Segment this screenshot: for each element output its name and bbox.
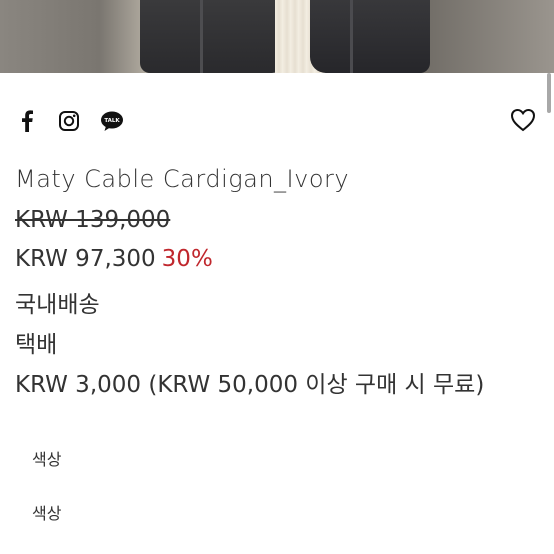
discount-badge: 30%: [161, 246, 213, 272]
option-color-label: 색상: [32, 450, 62, 469]
shipping-method: 택배: [15, 332, 58, 358]
image-jeans-right: [310, 0, 430, 73]
wishlist-heart-icon[interactable]: [508, 105, 538, 135]
image-jeans-left: [140, 0, 290, 73]
shipping-fee: KRW 3,000 (KRW 50,000 이상 구매 시 무료): [15, 372, 485, 398]
svg-text:TALK: TALK: [104, 118, 120, 124]
instagram-icon[interactable]: [56, 108, 82, 134]
shipping-region: 국내배송: [15, 292, 100, 318]
product-title: Maty Cable Cardigan_Ivory: [15, 165, 350, 193]
original-price: KRW 139,000: [15, 207, 171, 233]
sale-price-row: KRW 97,300 30%: [15, 246, 213, 272]
option-color-label: 색상: [32, 504, 62, 523]
product-image: [0, 0, 554, 73]
facebook-icon[interactable]: [14, 108, 40, 134]
sale-price: KRW 97,300: [15, 246, 156, 272]
kakaotalk-icon[interactable]: TALK: [99, 108, 125, 134]
share-row: TALK: [0, 100, 554, 140]
